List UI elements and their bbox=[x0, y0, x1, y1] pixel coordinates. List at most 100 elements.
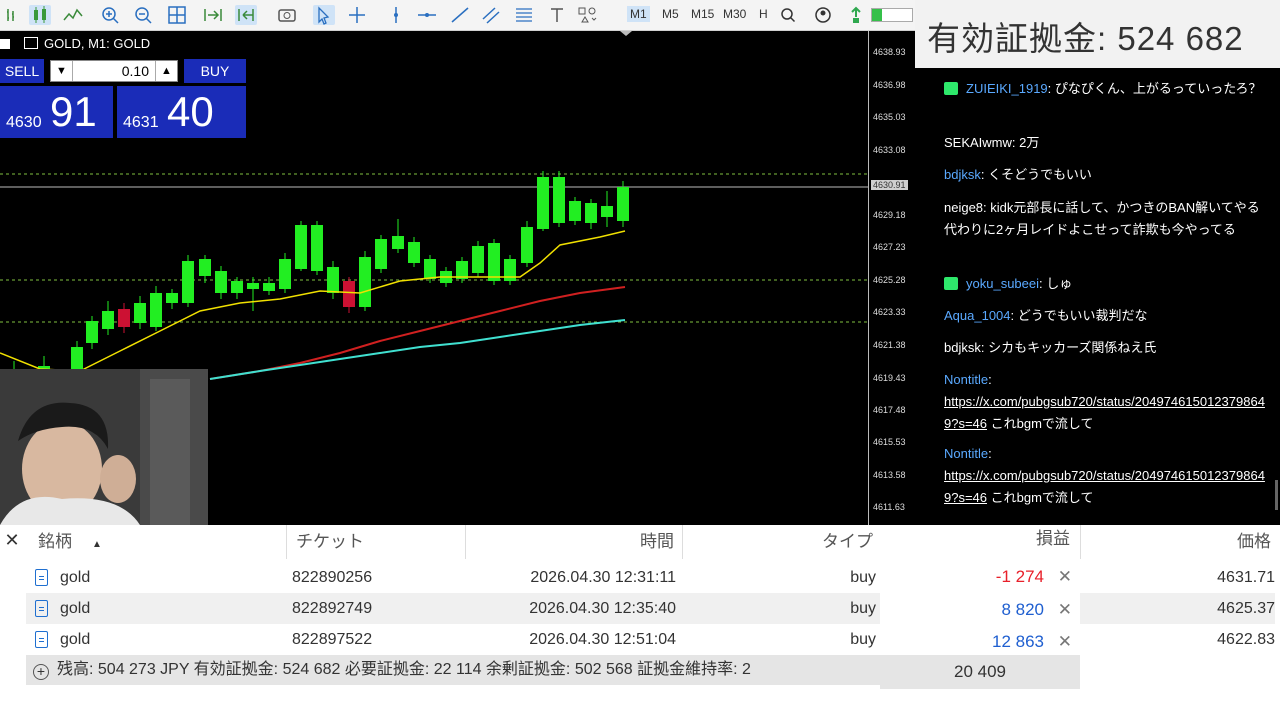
algo-trading-icon[interactable] bbox=[845, 5, 867, 25]
screenshot-icon[interactable] bbox=[276, 5, 298, 25]
chat-username[interactable]: yoku_subeei bbox=[966, 276, 1039, 291]
price-tick-label: 4627.23 bbox=[873, 242, 906, 252]
price-tick-label: 4636.98 bbox=[873, 80, 906, 90]
candle-body bbox=[408, 242, 420, 263]
chart-title: GOLD, M1: GOLD bbox=[0, 36, 150, 51]
price-tick-label: 4615.53 bbox=[873, 437, 906, 447]
candle-body bbox=[86, 321, 98, 343]
text-tool-icon[interactable] bbox=[546, 5, 568, 25]
chat-scrollbar[interactable] bbox=[1275, 480, 1278, 510]
buy-price-prefix: 4631 bbox=[123, 114, 159, 131]
channel-icon[interactable] bbox=[480, 5, 502, 25]
auto-scroll-icon[interactable] bbox=[202, 5, 224, 25]
chart-shift-icon[interactable] bbox=[235, 5, 257, 25]
chat-username[interactable]: bdjksk bbox=[944, 340, 981, 355]
candle-body bbox=[537, 177, 549, 229]
chat-text: : どうでもいい裁判だな bbox=[1010, 308, 1148, 323]
column-header-symbol[interactable]: 銘柄 ▲ bbox=[38, 525, 102, 559]
chat-text: : bbox=[988, 446, 992, 461]
chat-text: : 2万 bbox=[1011, 135, 1040, 150]
bar-chart-icon[interactable] bbox=[4, 5, 26, 25]
candle-body bbox=[102, 311, 114, 329]
account-summary-row[interactable]: + 残高: 504 273 JPY 有効証拠金: 524 682 必要証拠金: 2… bbox=[26, 655, 880, 685]
fibonacci-icon[interactable] bbox=[513, 5, 535, 25]
buy-button[interactable]: BUY bbox=[184, 59, 246, 83]
chat-username[interactable]: Aqua_1004 bbox=[944, 308, 1011, 323]
buy-price-box[interactable]: 4631 40 bbox=[117, 86, 246, 138]
chat-username[interactable]: ZUIEIKI_1919 bbox=[966, 81, 1048, 96]
position-document-icon bbox=[35, 631, 48, 648]
position-document-icon bbox=[35, 600, 48, 617]
chat-text: : ぴなぴくん、上がるっていったろ？ bbox=[1047, 81, 1262, 96]
webcam-overlay bbox=[0, 369, 208, 525]
chat-username[interactable]: SEKAIwmw bbox=[944, 135, 1012, 150]
live-chat: ZUIEIKI_1919: ぴなぴくん、上がるっていったろ？ SEKAIwmw:… bbox=[915, 68, 1280, 525]
candle-body bbox=[488, 243, 500, 281]
column-header-price[interactable]: 価格 bbox=[1081, 525, 1271, 559]
candle-body bbox=[585, 203, 597, 223]
chat-username[interactable]: bdjksk bbox=[944, 167, 981, 182]
close-icon[interactable]: ✕ bbox=[3, 531, 21, 549]
zoom-out-icon[interactable] bbox=[133, 5, 155, 25]
timeframe-m15[interactable]: M15 bbox=[691, 7, 714, 21]
zoom-in-icon[interactable] bbox=[100, 5, 122, 25]
column-header-profit[interactable]: 損益 bbox=[880, 522, 1070, 556]
candle-body bbox=[199, 259, 211, 276]
close-position-icon[interactable]: ✕ bbox=[1058, 561, 1072, 592]
vertical-line-icon[interactable] bbox=[385, 5, 407, 25]
column-divider[interactable] bbox=[286, 525, 287, 559]
timeframe-m30[interactable]: M30 bbox=[723, 7, 746, 21]
chat-username[interactable]: Nontitle bbox=[944, 372, 988, 387]
line-chart-icon[interactable] bbox=[62, 5, 84, 25]
timeframe-h[interactable]: H bbox=[759, 7, 768, 21]
cell-type: buy bbox=[850, 631, 876, 648]
lot-size-field[interactable]: ▼ 0.10 ▲ bbox=[50, 60, 178, 82]
profit-value: -1 274 bbox=[995, 567, 1044, 586]
profit-cell: -1 274 ✕ bbox=[880, 561, 1080, 592]
cell-symbol: gold bbox=[60, 600, 91, 617]
close-position-icon[interactable]: ✕ bbox=[1058, 626, 1072, 657]
search-icon[interactable] bbox=[777, 5, 799, 25]
shapes-icon[interactable] bbox=[577, 5, 599, 25]
lot-decrease-icon[interactable]: ▼ bbox=[51, 61, 73, 81]
close-position-icon[interactable]: ✕ bbox=[1058, 594, 1072, 625]
candle-body bbox=[424, 259, 436, 279]
horizontal-line-icon[interactable] bbox=[416, 5, 438, 25]
candle-body bbox=[617, 187, 629, 221]
table-row[interactable]: gold 822897522 2026.04.30 12:51:04 buy bbox=[26, 624, 880, 655]
trendline-icon[interactable] bbox=[449, 5, 471, 25]
cell-ticket: 822892749 bbox=[292, 600, 373, 617]
price-chart[interactable]: GOLD, M1: GOLD 4638.93 4636.98 4635.03 4633… bbox=[0, 31, 915, 525]
grid-icon[interactable] bbox=[166, 5, 188, 25]
cell-price: 4622.83 bbox=[1217, 631, 1275, 648]
cell-ticket: 822897522 bbox=[292, 631, 373, 648]
candlestick-icon[interactable] bbox=[29, 5, 51, 25]
chat-text: : シカもキッカーズ関係ねえ氏 bbox=[980, 340, 1157, 355]
column-header-time[interactable]: 時間 bbox=[466, 525, 674, 559]
cell-price: 4625.37 bbox=[1080, 593, 1275, 624]
timeframe-m5[interactable]: M5 bbox=[662, 7, 679, 21]
sell-button[interactable]: SELL bbox=[0, 59, 44, 83]
timeframe-m1[interactable]: M1 bbox=[627, 6, 650, 22]
chat-username[interactable]: Nontitle bbox=[944, 446, 988, 461]
price-tick-label: 4617.48 bbox=[873, 405, 906, 415]
add-order-icon[interactable]: + bbox=[33, 664, 49, 680]
cursor-icon[interactable] bbox=[313, 5, 335, 25]
candle-body bbox=[553, 177, 565, 223]
table-row[interactable]: gold 822892749 2026.04.30 12:35:40 buy bbox=[26, 593, 880, 624]
crosshair-icon[interactable] bbox=[346, 5, 368, 25]
trade-terminal: ✕ 銘柄 ▲ チケット 時間 タイプ 損益 価格 gold 822890256 2… bbox=[0, 525, 1280, 720]
column-header-ticket[interactable]: チケット bbox=[296, 525, 364, 559]
chat-username[interactable]: neige8 bbox=[944, 200, 983, 215]
account-icon[interactable] bbox=[812, 5, 834, 25]
lot-value[interactable]: 0.10 bbox=[77, 63, 149, 79]
column-header-type[interactable]: タイプ bbox=[683, 525, 873, 559]
chat-text: : くそどうでもいい bbox=[980, 167, 1092, 182]
chat-message: yoku_subeei: しゅ bbox=[944, 273, 1272, 295]
lot-increase-icon[interactable]: ▲ bbox=[155, 61, 177, 81]
buy-price-pips: 40 bbox=[167, 88, 214, 135]
chat-message: neige8: kidk元部長に話して、かつきのBAN解いてやる代わりに2ヶ月レ… bbox=[944, 197, 1272, 241]
sell-price-box[interactable]: 4630 91 bbox=[0, 86, 113, 138]
table-row[interactable]: gold 822890256 2026.04.30 12:31:11 buy bbox=[26, 562, 880, 593]
account-summary-text: 残高: 504 273 JPY 有効証拠金: 524 682 必要証拠金: 22… bbox=[57, 661, 751, 678]
